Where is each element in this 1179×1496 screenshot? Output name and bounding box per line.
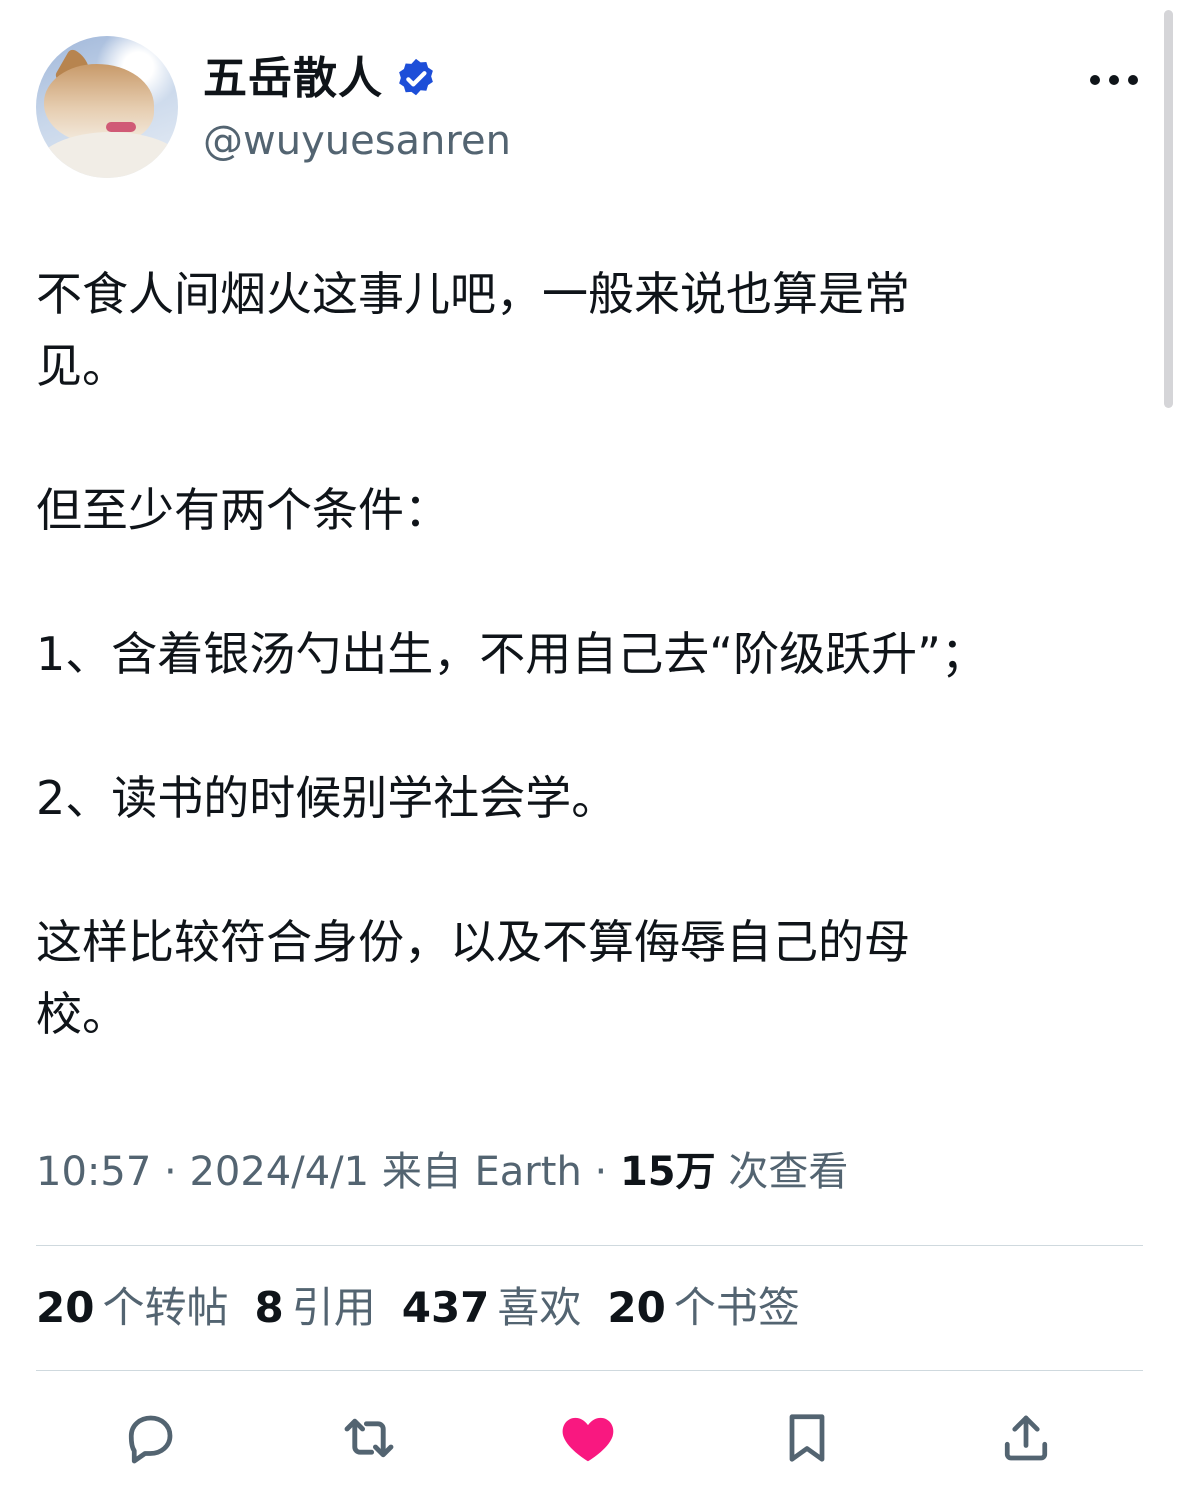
like-button[interactable] <box>548 1398 628 1478</box>
verified-badge-icon <box>399 58 433 96</box>
stat-label: 引用 <box>291 1283 376 1332</box>
stat-count: 437 <box>401 1283 490 1332</box>
stat-quotes[interactable]: 8 引用 <box>254 1280 375 1336</box>
stat-label: 喜欢 <box>497 1283 582 1332</box>
divider <box>36 1370 1143 1371</box>
tweet-source: 来自 Earth <box>381 1149 582 1195</box>
stat-count: 20 <box>36 1283 95 1332</box>
reply-button[interactable] <box>110 1398 190 1478</box>
views-count: 15万 <box>619 1149 716 1195</box>
retweet-button[interactable] <box>329 1398 409 1478</box>
engagement-stats: 20 个转帖 8 引用 437 喜欢 20 个书签 <box>36 1280 826 1336</box>
stat-label: 个转帖 <box>102 1283 229 1332</box>
tweet-text: 不食人间烟火这事儿吧，一般来说也算是常 见。 但至少有两个条件： 1、含着银汤勺… <box>36 267 987 1041</box>
stat-count: 8 <box>254 1283 284 1332</box>
stat-count: 20 <box>607 1283 666 1332</box>
tweet-time[interactable]: 10:57 <box>36 1149 151 1195</box>
stat-label: 个书签 <box>673 1283 800 1332</box>
divider <box>36 1245 1143 1246</box>
meta-separator: · <box>164 1149 177 1195</box>
bookmark-button[interactable] <box>767 1398 847 1478</box>
avatar[interactable] <box>36 36 178 178</box>
tweet-date[interactable]: 2024/4/1 <box>189 1149 369 1195</box>
display-name[interactable]: 五岳散人 <box>203 50 383 108</box>
user-handle[interactable]: @wuyuesanren <box>203 116 511 166</box>
stat-bookmarks[interactable]: 20 个书签 <box>607 1280 799 1336</box>
action-bar <box>0 1398 1179 1478</box>
scrollbar[interactable] <box>1164 10 1173 408</box>
share-icon <box>1004 1415 1048 1461</box>
reply-icon <box>128 1415 173 1464</box>
more-options-icon[interactable] <box>1090 66 1138 94</box>
retweet-icon <box>344 1418 394 1458</box>
tweet-header: 五岳散人 @wuyuesanren <box>36 36 1146 180</box>
heart-filled-icon <box>562 1417 614 1462</box>
meta-separator: · <box>594 1149 608 1195</box>
bookmark-icon <box>789 1414 825 1462</box>
stat-likes[interactable]: 437 喜欢 <box>402 1280 582 1336</box>
views-label: 次查看 <box>728 1149 849 1195</box>
name-row: 五岳散人 <box>203 50 439 108</box>
stat-retweets[interactable]: 20 个转帖 <box>36 1280 228 1336</box>
share-button[interactable] <box>986 1398 1066 1478</box>
tweet-meta: 10:57 · 2024/4/1 来自 Earth · 15万 次查看 <box>36 1144 848 1200</box>
